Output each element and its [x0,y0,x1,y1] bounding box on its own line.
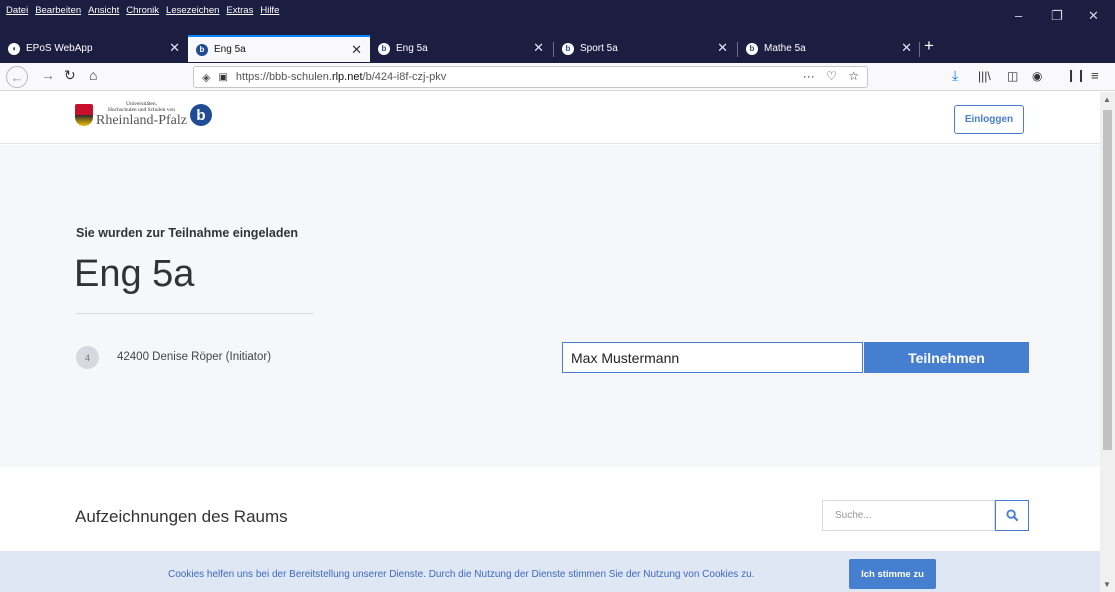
close-window-icon[interactable]: ✕ [1088,8,1099,24]
search-icon [1005,509,1018,522]
tab-eng-5a-active[interactable]: b Eng 5a ✕ [188,35,370,62]
minimize-icon[interactable]: – [1015,8,1022,23]
close-tab-icon[interactable]: ✕ [351,42,362,58]
url-bar[interactable]: ◈ ▣ https://bbb-schulen.rlp.net/b/424-i8… [193,66,868,88]
close-tab-icon[interactable]: ✕ [717,40,728,56]
tab-epos-webapp[interactable]: ◖ EPoS WebApp ✕ [0,35,188,62]
cookie-text: Cookies helfen uns bei der Bereitstellun… [168,569,755,580]
join-room-panel: Sie wurden zur Teilnahme eingeladen Eng … [0,145,1100,467]
account-icon[interactable]: ◉ [1032,69,1042,83]
scroll-up-icon[interactable]: ▲ [1103,95,1111,104]
room-name: Eng 5a [74,253,195,295]
reload-icon[interactable]: ↻ [64,67,76,84]
url-actions: ··· ♡ ☆ [803,69,859,83]
menu-chronik[interactable]: Chronik [126,5,159,16]
home-icon[interactable]: ⌂ [89,67,97,83]
bbb-icon: b [378,42,390,55]
divider [76,313,314,314]
login-button[interactable]: Einloggen [954,105,1024,134]
site-header: Universitäten, Hochschulen und Schulen v… [0,92,1100,144]
app-menu-icon[interactable]: ≡ [1091,68,1099,83]
tab-mathe-5a[interactable]: b Mathe 5a ✕ [738,35,920,62]
menu-extras[interactable]: Extras [226,5,253,16]
lock-icon[interactable]: ▣ [218,72,227,83]
tab-title: Mathe 5a [764,43,806,54]
site-logo[interactable]: Universitäten, Hochschulen und Schulen v… [75,101,212,128]
bbb-icon: b [196,43,208,56]
back-icon[interactable]: ← [6,66,28,88]
bbb-logo-icon: b [189,104,212,126]
browser-titlebar: Datei Bearbeiten Ansicht Chronik Lesezei… [0,0,1115,63]
tab-title: Eng 5a [396,43,428,54]
extensions-icon[interactable]: ❙❙ [1066,68,1086,82]
tab-eng-5a[interactable]: b Eng 5a ✕ [370,35,552,62]
page-scrollbar[interactable]: ▲ ▼ [1100,92,1115,592]
menu-bearbeiten[interactable]: Bearbeiten [35,5,81,16]
recordings-search-input[interactable]: Suche... [822,500,995,531]
new-tab-icon[interactable]: + [924,36,934,56]
menu-bar: Datei Bearbeiten Ansicht Chronik Lesezei… [0,0,286,20]
bbb-icon: b [746,42,758,55]
bbb-icon: b [562,42,574,55]
close-tab-icon[interactable]: ✕ [901,40,912,56]
tab-sport-5a[interactable]: b Sport 5a ✕ [554,35,736,62]
navigation-bar: ← → ↻ ⌂ ◈ ▣ https://bbb-schulen.rlp.net/… [0,63,1115,91]
owner-avatar: 4 [76,346,99,369]
name-input[interactable] [562,342,863,373]
tab-title: EPoS WebApp [26,43,93,54]
menu-hilfe[interactable]: Hilfe [260,5,279,16]
forward-icon[interactable]: → [41,67,55,83]
close-tab-icon[interactable]: ✕ [169,40,180,56]
web-page: Universitäten, Hochschulen und Schulen v… [0,92,1100,592]
restore-icon[interactable]: ❐ [1051,8,1063,24]
owner-name: 42400 Denise Röper (Initiator) [117,351,272,363]
page-actions-icon[interactable]: ··· [803,69,815,83]
menu-ansicht[interactable]: Ansicht [88,5,119,16]
scrollbar-thumb[interactable] [1103,110,1112,450]
tab-title: Eng 5a [214,44,246,55]
search-button[interactable] [995,500,1029,531]
recordings-title: Aufzeichnungen des Raums [75,507,288,526]
menu-datei[interactable]: Datei [6,5,28,16]
tab-title: Sport 5a [580,43,618,54]
invite-text: Sie wurden zur Teilnahme eingeladen [76,226,299,240]
cookie-banner: Cookies helfen uns bei der Bereitstellun… [0,551,1100,592]
library-icon[interactable]: |||\ [978,69,991,83]
download-icon[interactable]: ⤓ [952,67,958,84]
logo-text: Universitäten, Hochschulen und Schulen v… [96,101,187,128]
bookmark-star-icon[interactable]: ☆ [848,69,859,83]
menu-lesezeichen[interactable]: Lesezeichen [166,5,219,16]
url-text[interactable]: https://bbb-schulen.rlp.net/b/424-i8f-cz… [236,71,446,83]
tab-separator [919,42,920,57]
tracking-shield-icon[interactable]: ◈ [202,71,210,84]
sidebar-icon[interactable]: ◫ [1007,69,1018,83]
pocket-icon[interactable]: ♡ [826,69,837,83]
epos-icon: ◖ [8,42,20,55]
rlp-crest-icon [75,104,93,126]
join-button[interactable]: Teilnehmen [864,342,1029,373]
close-tab-icon[interactable]: ✕ [533,40,544,56]
scroll-down-icon[interactable]: ▼ [1103,580,1111,589]
accept-cookies-button[interactable]: Ich stimme zu [849,559,936,589]
